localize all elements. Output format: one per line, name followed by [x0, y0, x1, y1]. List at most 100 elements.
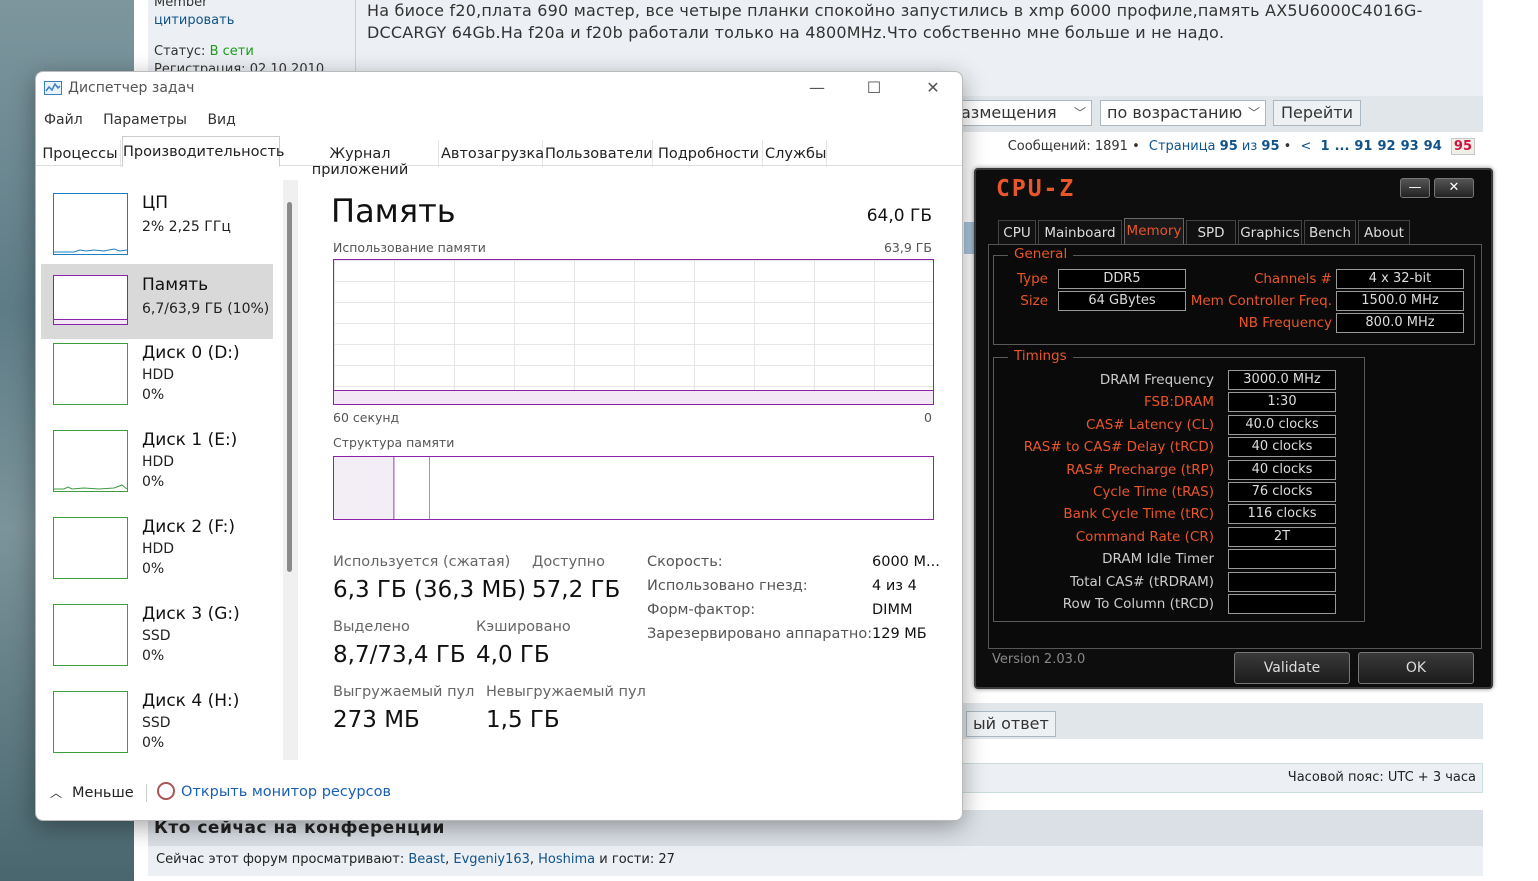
sidebar-item-type: HDD: [142, 541, 175, 557]
disk-thumbnail-graph: [53, 604, 128, 666]
sidebar-item-label: Диск 0 (D:): [142, 343, 240, 363]
sidebar-item-type: SSD: [142, 715, 171, 731]
page-number-link[interactable]: 1: [1321, 139, 1330, 154]
menu-file[interactable]: Файл: [44, 112, 83, 128]
minimize-button[interactable]: —: [802, 78, 832, 97]
tab-spd[interactable]: SPD: [1186, 220, 1236, 244]
menu-bar: Файл Параметры Вид: [44, 112, 252, 128]
timing-value: 116 clocks: [1228, 504, 1336, 525]
chevron-up-icon: ︿: [50, 786, 63, 800]
tab-services[interactable]: Службы: [765, 140, 827, 167]
sidebar-item-usage: 0%: [142, 387, 165, 403]
sidebar-item-usage: 0%: [142, 735, 165, 751]
tab-bench[interactable]: Bench: [1304, 220, 1356, 244]
nonpaged-pool-label: Невыгружаемый пул: [486, 684, 646, 700]
prev-page-link[interactable]: <: [1300, 139, 1311, 154]
disk-thumbnail-graph: [53, 343, 128, 405]
disk-sparkline: [54, 484, 128, 490]
ok-button[interactable]: OK: [1358, 652, 1474, 684]
pager-bullet: •: [1283, 139, 1292, 154]
graph-axis-left: 60 секунд: [333, 410, 400, 425]
memory-structure-bar: [333, 456, 934, 520]
page-number-link[interactable]: 91: [1354, 139, 1372, 154]
paged-pool-label: Выгружаемый пул: [333, 684, 475, 700]
window-title: Диспетчер задач: [44, 80, 194, 96]
online-user-link[interactable]: Beast: [408, 852, 445, 867]
go-button[interactable]: Перейти: [1273, 100, 1361, 126]
cpu-sparkline: [54, 248, 128, 253]
tab-processes[interactable]: Процессы: [40, 140, 121, 167]
online-user-link[interactable]: Evgeniy163: [453, 852, 530, 867]
timing-label: DRAM Frequency: [1099, 372, 1214, 388]
timing-value: 1:30: [1228, 392, 1336, 413]
timing-label: RAS# to CAS# Delay (tRCD): [1023, 439, 1214, 456]
tab-graphics[interactable]: Graphics: [1238, 220, 1302, 244]
tab-details[interactable]: Подробности: [655, 140, 763, 167]
disk-thumbnail-graph: [53, 517, 128, 579]
tab-performance[interactable]: Производительность: [122, 136, 284, 167]
sidebar-item-disk2[interactable]: Диск 2 (F:) HDD 0%: [41, 513, 273, 588]
page-number-link[interactable]: 94: [1424, 139, 1442, 154]
cached-label: Кэшировано: [476, 619, 571, 635]
who-online-list: Сейчас этот форум просматривают: Beast, …: [148, 846, 1483, 876]
minimize-button[interactable]: —: [1400, 178, 1430, 198]
sort-order-select[interactable]: по возрастанию ﹀: [1100, 100, 1266, 126]
speed-value: 6000 М...: [872, 554, 940, 570]
timing-label: Command Rate (CR): [1075, 528, 1214, 545]
messages-count: Сообщений: 1891 •: [1007, 139, 1140, 154]
timing-label: RAS# Precharge (tRP): [1066, 461, 1214, 478]
open-resource-monitor-link[interactable]: Открыть монитор ресурсов: [157, 782, 391, 800]
page-title: Память: [331, 192, 456, 230]
sidebar-scroll-thumb[interactable]: [287, 202, 292, 572]
footer-separator: [146, 784, 147, 802]
tab-cpu[interactable]: CPU: [998, 220, 1036, 244]
chevron-down-icon: ﹀: [1247, 106, 1260, 120]
online-user-link[interactable]: Hoshima: [538, 852, 595, 867]
maximize-button[interactable]: ☐: [859, 78, 889, 97]
reply-button[interactable]: ый ответ: [966, 711, 1056, 737]
close-button[interactable]: ✕: [1434, 178, 1474, 198]
sidebar-item-label: Диск 1 (E:): [142, 430, 238, 450]
close-button[interactable]: ✕: [918, 78, 948, 97]
sidebar-item-usage: 0%: [142, 648, 165, 664]
quote-link[interactable]: цитировать: [154, 12, 354, 30]
paged-pool-value: 273 МБ: [333, 707, 420, 733]
tab-app-history[interactable]: Журнал приложений: [282, 140, 439, 178]
tab-about[interactable]: About: [1358, 220, 1410, 244]
chevron-down-icon: ﹀: [1073, 106, 1086, 120]
sidebar-item-cpu[interactable]: ЦП 2% 2,25 ГГц: [41, 189, 273, 264]
memory-total: 64,0 ГБ: [866, 206, 932, 226]
sidebar-item-disk4[interactable]: Диск 4 (H:) SSD 0%: [41, 687, 273, 762]
size-label: Size: [1020, 293, 1048, 309]
sidebar-item-disk1[interactable]: Диск 1 (E:) HDD 0%: [41, 426, 273, 501]
sidebar-item-memory[interactable]: Память 6,7/63,9 ГБ (10%): [41, 264, 273, 339]
post-author-info: Member цитировать Статус: В сети Регистр…: [154, 0, 354, 79]
tab-memory[interactable]: Memory: [1124, 218, 1184, 244]
pager-ellipsis: ...: [1334, 139, 1350, 154]
status-value: В сети: [209, 44, 254, 59]
timing-value: [1228, 571, 1336, 592]
page-number-link[interactable]: 93: [1401, 139, 1419, 154]
menu-view[interactable]: Вид: [207, 112, 235, 128]
who-online-suffix: и гости: 27: [599, 852, 675, 867]
sidebar-item-disk3[interactable]: Диск 3 (G:) SSD 0%: [41, 600, 273, 675]
post-body: На биосе f20,плата 690 мастер, все четыр…: [367, 1, 1423, 42]
page-number-link[interactable]: 92: [1377, 139, 1395, 154]
menu-options[interactable]: Параметры: [103, 112, 187, 128]
group-title: Timings: [1008, 348, 1073, 364]
sidebar-item-disk0[interactable]: Диск 0 (D:) HDD 0%: [41, 339, 273, 414]
sort-field-select[interactable]: азмещения ﹀: [954, 100, 1092, 126]
fewer-details-button[interactable]: ︿ Меньше: [50, 784, 134, 801]
tab-mainboard[interactable]: Mainboard: [1038, 220, 1122, 244]
timing-value: 40 clocks: [1228, 459, 1336, 480]
tab-users[interactable]: Пользователи: [545, 140, 653, 167]
validate-button[interactable]: Validate: [1234, 652, 1350, 684]
timing-label: FSB:DRAM: [1143, 394, 1214, 411]
timing-value: 76 clocks: [1228, 482, 1336, 502]
type-label: Type: [1016, 271, 1048, 287]
task-manager-icon: [44, 81, 62, 95]
page-link[interactable]: Страница 95 из 95: [1149, 139, 1280, 154]
tab-startup[interactable]: Автозагрузка: [441, 140, 544, 167]
in-use-label: Используется (сжатая): [333, 554, 511, 570]
task-manager-window: Диспетчер задач — ☐ ✕ Файл Параметры Вид…: [35, 71, 963, 821]
